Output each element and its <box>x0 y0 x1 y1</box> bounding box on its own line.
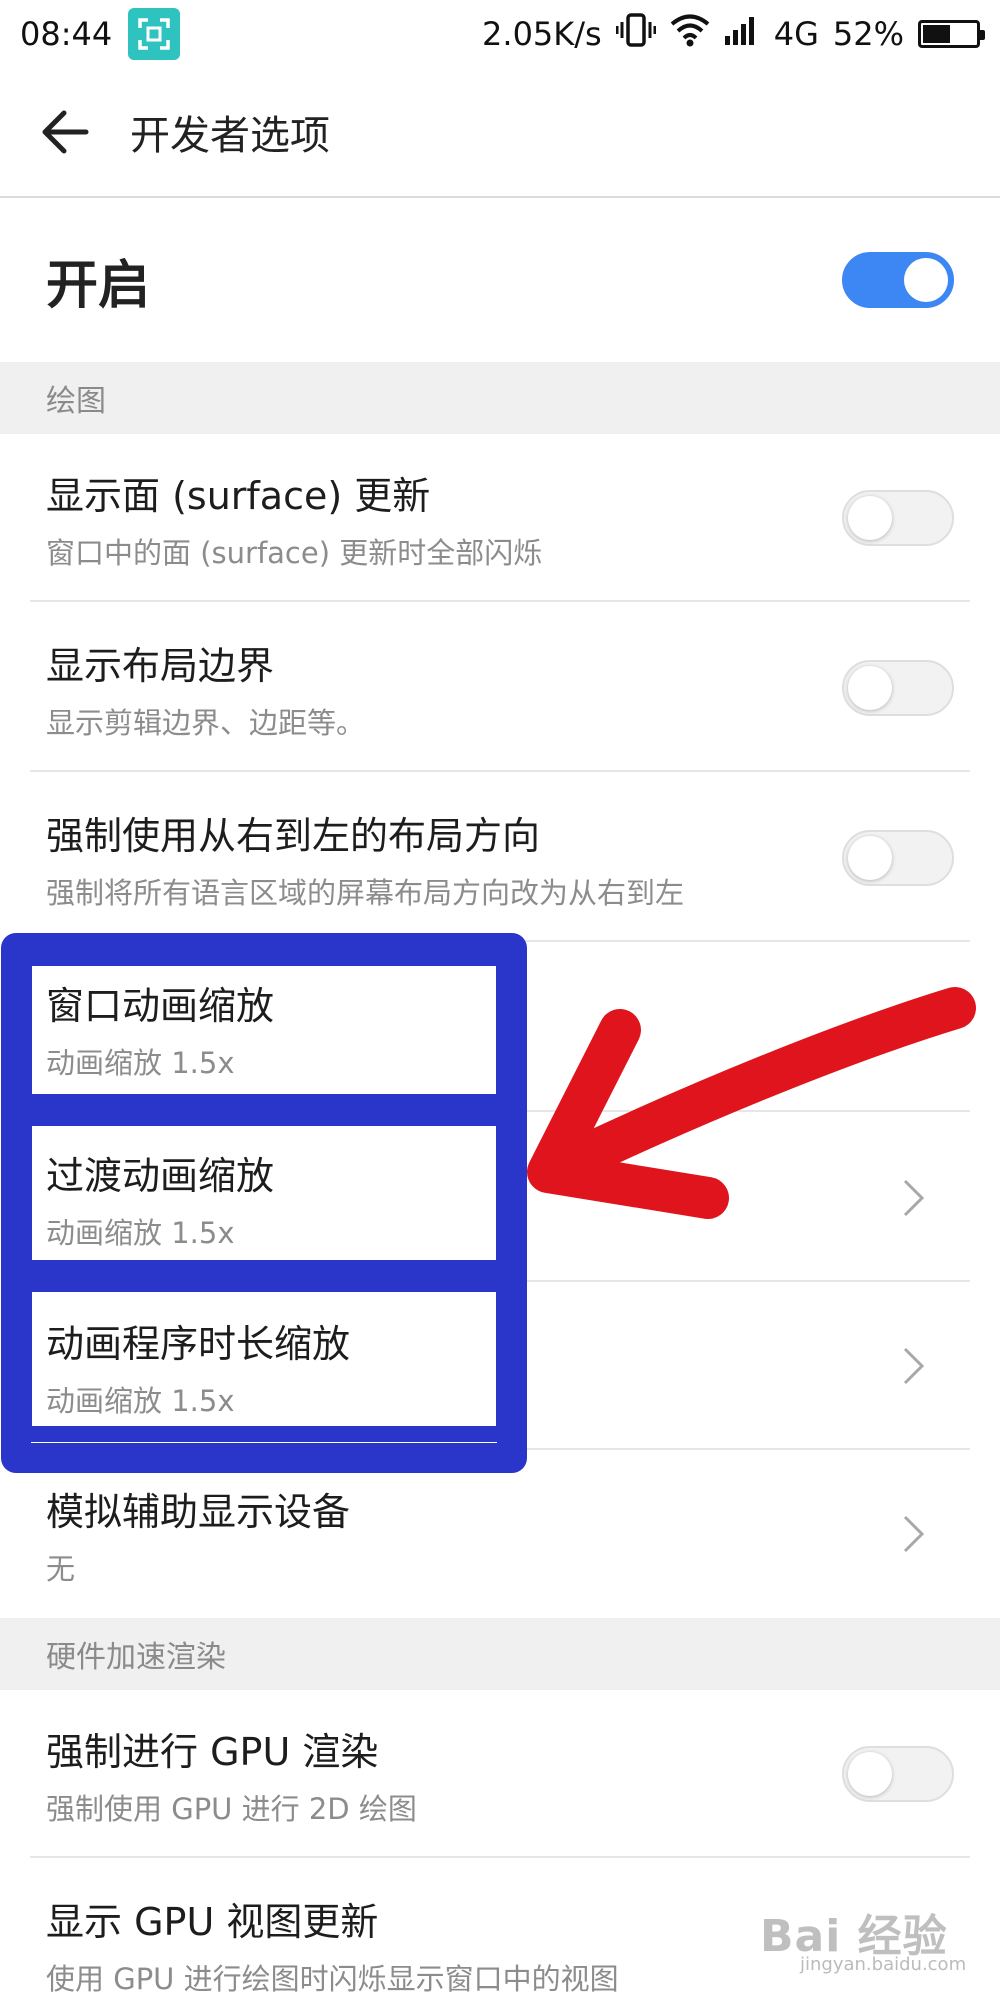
screenshot-icon <box>128 8 181 60</box>
force-gpu-toggle[interactable] <box>842 1746 954 1802</box>
list-item-animator-duration-scale[interactable]: 动画程序时长缩放 动画缩放 1.5x <box>0 1282 1000 1450</box>
divider <box>30 600 970 602</box>
item-text: 强制进行 GPU 渲染 强制使用 GPU 进行 2D 绘图 <box>46 1721 417 1828</box>
item-text: 强制使用从右到左的布局方向 强制将所有语言区域的屏幕布局方向改为从右到左 <box>46 805 684 912</box>
item-text: 过渡动画缩放 动画缩放 1.5x <box>46 1145 274 1252</box>
item-subtitle: 动画缩放 1.5x <box>46 1045 235 1080</box>
watermark-sub: jingyan.baidu.com <box>800 1954 967 1975</box>
divider <box>30 940 970 942</box>
item-text: 模拟辅助显示设备 无 <box>46 1481 350 1588</box>
chevron-right-icon <box>903 1009 925 1047</box>
item-subtitle: 动画缩放 1.5x <box>46 1215 235 1250</box>
network-speed: 2.05K/s <box>482 15 602 53</box>
status-right: 2.05K/s 4G 52% <box>482 12 985 56</box>
battery-fill <box>923 25 951 43</box>
item-title: 显示布局边界 <box>46 643 275 688</box>
item-text: 显示面 (surface) 更新 窗口中的面 (surface) 更新时全部闪烁 <box>46 465 542 572</box>
chevron-right-icon <box>903 1179 925 1217</box>
developer-options-master-row[interactable]: 开启 <box>0 200 1000 360</box>
item-subtitle: 强制使用 GPU 进行 2D 绘图 <box>46 1791 417 1826</box>
item-text: 显示布局边界 显示剪辑边界、边距等。 <box>46 635 365 742</box>
layout-bounds-toggle[interactable] <box>842 660 954 716</box>
item-subtitle: 显示剪辑边界、边距等。 <box>46 705 366 740</box>
app-bar: 开发者选项 <box>0 68 1000 198</box>
chevron-right-icon <box>903 1515 925 1553</box>
wifi-icon <box>670 13 710 55</box>
toggle-knob <box>848 666 892 710</box>
status-bar: 08:44 2.05K/s 4G 52% <box>0 0 1000 68</box>
divider <box>30 770 970 772</box>
item-title: 过渡动画缩放 <box>46 1153 275 1198</box>
list-item-show-surface-updates[interactable]: 显示面 (surface) 更新 窗口中的面 (surface) 更新时全部闪烁 <box>0 434 1000 602</box>
section-header-hardware: 硬件加速渲染 <box>0 1618 1000 1690</box>
item-title: 强制使用从右到左的布局方向 <box>46 813 541 858</box>
item-subtitle: 强制将所有语言区域的屏幕布局方向改为从右到左 <box>46 875 685 910</box>
master-switch-label: 开启 <box>46 255 151 316</box>
item-text: 显示 GPU 视图更新 使用 GPU 进行绘图时闪烁显示窗口中的视图 <box>46 1891 619 1998</box>
item-subtitle: 无 <box>46 1551 76 1586</box>
signal-icon <box>724 14 760 54</box>
surface-updates-toggle[interactable] <box>842 490 954 546</box>
item-title: 窗口动画缩放 <box>46 983 275 1028</box>
item-text: 动画程序时长缩放 动画缩放 1.5x <box>46 1313 350 1420</box>
master-toggle[interactable] <box>842 252 954 308</box>
status-left: 08:44 <box>20 8 181 60</box>
back-button[interactable] <box>0 67 130 197</box>
item-text: 窗口动画缩放 动画缩放 1.5x <box>46 975 274 1082</box>
item-subtitle: 使用 GPU 进行绘图时闪烁显示窗口中的视图 <box>46 1961 619 1996</box>
item-subtitle: 窗口中的面 (surface) 更新时全部闪烁 <box>46 535 543 570</box>
toggle-knob <box>848 496 892 540</box>
list-item-force-rtl-layout[interactable]: 强制使用从右到左的布局方向 强制将所有语言区域的屏幕布局方向改为从右到左 <box>0 774 1000 942</box>
status-time: 08:44 <box>20 15 113 53</box>
item-title: 动画程序时长缩放 <box>46 1321 351 1366</box>
list-item-transition-animation-scale[interactable]: 过渡动画缩放 动画缩放 1.5x <box>0 1114 1000 1282</box>
chevron-right-icon <box>903 1347 925 1385</box>
item-title: 强制进行 GPU 渲染 <box>46 1729 379 1774</box>
divider <box>30 1856 970 1858</box>
list-item-simulate-secondary-display[interactable]: 模拟辅助显示设备 无 <box>0 1450 1000 1618</box>
list-item-show-layout-bounds[interactable]: 显示布局边界 显示剪辑边界、边距等。 <box>0 604 1000 772</box>
list-item-window-animation-scale[interactable]: 窗口动画缩放 动画缩放 1.5x <box>0 944 1000 1112</box>
network-type: 4G <box>773 15 819 53</box>
item-title: 显示面 (surface) 更新 <box>46 473 431 518</box>
item-title: 显示 GPU 视图更新 <box>46 1899 379 1944</box>
arrow-left-icon <box>42 110 89 154</box>
list-item-force-gpu-rendering[interactable]: 强制进行 GPU 渲染 强制使用 GPU 进行 2D 绘图 <box>0 1690 1000 1858</box>
vibrate-icon <box>615 12 657 56</box>
divider <box>30 1110 970 1112</box>
toggle-knob <box>848 1752 892 1796</box>
battery-percent: 52% <box>832 15 904 53</box>
page-title: 开发者选项 <box>130 113 330 159</box>
toggle-knob <box>904 258 948 302</box>
item-subtitle: 动画缩放 1.5x <box>46 1383 235 1418</box>
force-rtl-toggle[interactable] <box>842 830 954 886</box>
section-header-drawing: 绘图 <box>0 362 1000 434</box>
baidu-watermark: Bai 经验 jingyan.baidu.com <box>760 1900 966 1975</box>
battery-icon <box>918 20 985 48</box>
toggle-knob <box>848 836 892 880</box>
item-title: 模拟辅助显示设备 <box>46 1489 351 1534</box>
